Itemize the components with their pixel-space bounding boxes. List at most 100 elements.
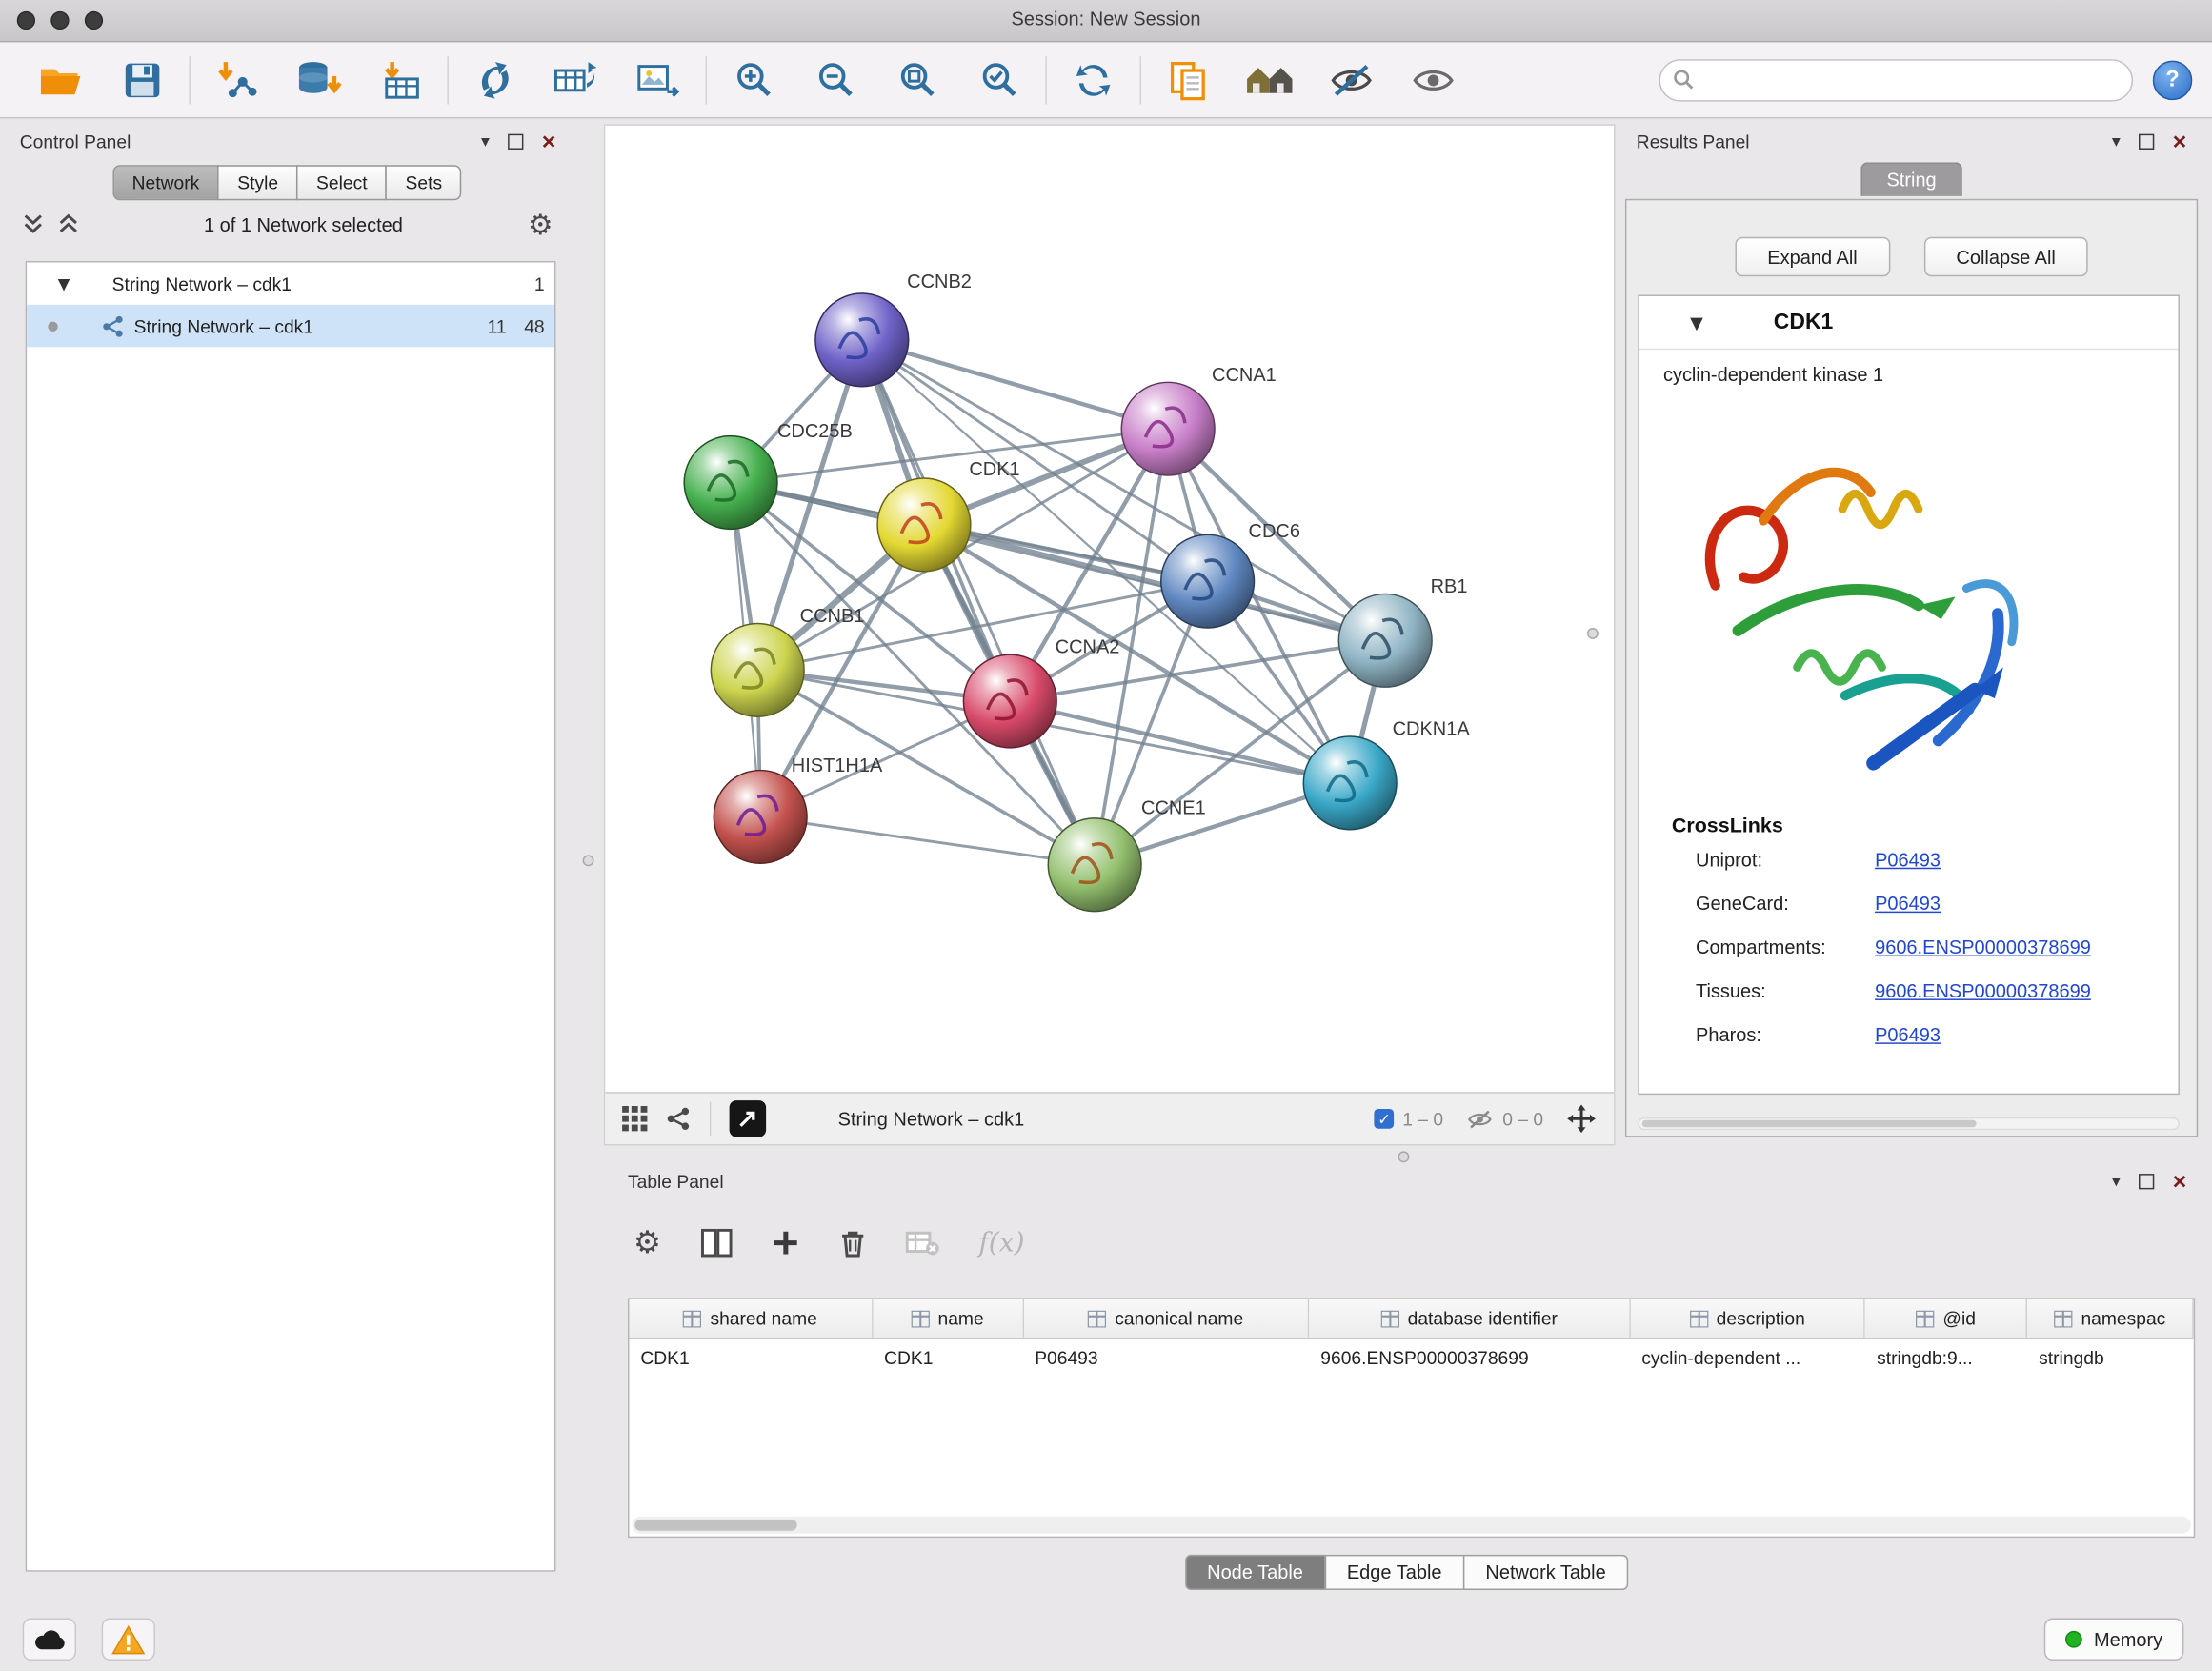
expand-all-button[interactable]: Expand All (1735, 237, 1890, 276)
show-columns-icon[interactable] (701, 1229, 733, 1258)
network-edge-CCNB2-CCNA1[interactable] (862, 340, 1168, 429)
collapse-all-button[interactable]: Collapse All (1923, 237, 2088, 276)
help-button[interactable]: ? (2153, 60, 2192, 99)
horizontal-splitter-handle[interactable] (1398, 1151, 1410, 1162)
expand-all-icon[interactable] (58, 213, 79, 236)
crosslink-tissues-link[interactable]: 9606.ENSP00000378699 (1875, 980, 2091, 1001)
memory-button[interactable]: Memory (2044, 1619, 2183, 1661)
grid-view-icon[interactable] (622, 1106, 648, 1132)
panel-close-icon[interactable]: × (2173, 133, 2187, 149)
zoom-selected-icon (977, 58, 1019, 100)
import-network-from-database-button[interactable] (278, 48, 360, 112)
crosslink-pharos-link[interactable]: P06493 (1875, 1024, 1941, 1045)
home-button[interactable] (1229, 48, 1311, 112)
collapse-all-icon[interactable] (23, 213, 44, 236)
network-node-label-CDC6: CDC6 (1249, 521, 1300, 542)
crosslink-genecard-link[interactable]: P06493 (1875, 893, 1941, 914)
search-input[interactable] (1702, 70, 2119, 91)
results-horizontal-scrollbar[interactable] (1638, 1117, 2180, 1130)
tab-style[interactable]: Style (218, 165, 298, 200)
tab-edge-table[interactable]: Edge Table (1324, 1555, 1464, 1590)
show-all-button[interactable] (1393, 48, 1475, 112)
table-cell[interactable]: cyclin-dependent ... (1630, 1339, 1865, 1376)
table-cell[interactable]: P06493 (1023, 1339, 1309, 1376)
table-cell[interactable]: CDK1 (873, 1339, 1023, 1376)
table-cell[interactable]: CDK1 (629, 1339, 873, 1376)
tab-sets[interactable]: Sets (386, 165, 462, 200)
panel-float-icon[interactable]: ▾ (2112, 1171, 2121, 1191)
network-node-label-RB1: RB1 (1431, 576, 1468, 597)
table-horizontal-scrollbar[interactable] (632, 1517, 2190, 1534)
network-collection-row[interactable]: ▼ String Network – cdk1 1 (27, 262, 554, 304)
import-table-from-file-button[interactable] (360, 48, 442, 112)
table-cell[interactable]: stringdb:9... (1865, 1339, 2027, 1376)
new-network-button[interactable] (454, 48, 536, 112)
network-node-label-CCNA1: CCNA1 (1212, 365, 1277, 386)
tab-network[interactable]: Network (112, 165, 219, 200)
hide-selected-button[interactable] (1311, 48, 1393, 112)
table-cell[interactable]: stringdb (2027, 1339, 2193, 1376)
panel-float-icon[interactable]: ▾ (481, 131, 490, 151)
current-network-dot (48, 321, 57, 331)
column-header-namespac[interactable]: namespac (2027, 1299, 2193, 1338)
table-cell[interactable]: 9606.ENSP00000378699 (1309, 1339, 1630, 1376)
table-settings-gear-icon[interactable]: ⚙ (633, 1225, 661, 1260)
import-database-icon (295, 58, 343, 100)
column-header-description[interactable]: description (1630, 1299, 1865, 1338)
panel-maximize-icon[interactable] (508, 133, 523, 149)
tab-network-table[interactable]: Network Table (1463, 1555, 1629, 1590)
refresh-icon (1072, 58, 1114, 100)
network-edge-HIST1H1A-CCNE1[interactable] (760, 816, 1095, 864)
application-window: Session: New Session (0, 0, 2212, 1671)
vertical-splitter-handle-left[interactable] (583, 855, 594, 866)
zoom-out-button[interactable] (794, 48, 876, 112)
panel-maximize-icon[interactable] (2139, 1173, 2154, 1188)
control-panel: Control Panel ▾ × Network Style Select S… (9, 124, 567, 1580)
tab-select[interactable]: Select (296, 165, 387, 200)
gene-card-header[interactable]: ▼ CDK1 (1639, 296, 2179, 350)
pan-tool-icon[interactable] (1566, 1103, 1598, 1135)
column-header--id[interactable]: @id (1865, 1299, 2027, 1338)
new-network-from-table-button[interactable] (536, 48, 618, 112)
panel-close-icon[interactable]: × (542, 133, 556, 149)
column-header-shared-name[interactable]: shared name (629, 1299, 873, 1338)
warnings-button[interactable] (102, 1619, 155, 1661)
column-header-name[interactable]: name (873, 1299, 1023, 1338)
collection-count: 1 (507, 273, 554, 294)
save-session-button[interactable] (102, 48, 184, 112)
gene-disclosure-icon[interactable]: ▼ (1690, 312, 1703, 332)
column-header-canonical-name[interactable]: canonical name (1023, 1299, 1309, 1338)
network-options-gear-icon[interactable]: ⚙ (528, 208, 553, 242)
scrollbar-thumb[interactable] (634, 1520, 796, 1531)
column-header-icon (1690, 1310, 1708, 1327)
network-canvas[interactable]: CCNB2CCNA1CDC25BCDK1CDC6RB1CCNB1CCNA2CDK… (605, 126, 1617, 1095)
cloud-status-button[interactable] (23, 1619, 76, 1661)
zoom-fit-button[interactable] (876, 48, 958, 112)
panel-close-icon[interactable]: × (2173, 1173, 2187, 1188)
network-node-label-CDC25B: CDC25B (777, 421, 853, 442)
network-row-selected[interactable]: String Network – cdk1 11 48 (27, 305, 554, 347)
delete-column-trash-icon[interactable] (839, 1228, 866, 1258)
zoom-selected-button[interactable] (958, 48, 1040, 112)
collection-disclosure-icon[interactable]: ▼ (58, 274, 70, 292)
add-column-icon[interactable] (772, 1229, 800, 1258)
snapshot-button[interactable] (1147, 48, 1229, 112)
crosslink-compartments-link[interactable]: 9606.ENSP00000378699 (1875, 936, 2091, 957)
network-edge-CCNB2-CCNE1[interactable] (862, 340, 1095, 865)
column-header-database-identifier[interactable]: database identifier (1309, 1299, 1630, 1338)
panel-float-icon[interactable]: ▾ (2112, 131, 2121, 151)
crosslink-row: Tissues: 9606.ENSP00000378699 (1639, 969, 2179, 1013)
tab-string[interactable]: String (1861, 162, 1962, 196)
export-image-button[interactable] (618, 48, 700, 112)
import-network-from-file-button[interactable] (196, 48, 278, 112)
vertical-splitter-handle-right[interactable] (1587, 628, 1599, 639)
panel-maximize-icon[interactable] (2139, 133, 2154, 149)
crosslink-uniprot-link[interactable]: P06493 (1875, 849, 1941, 870)
open-session-button[interactable] (20, 48, 102, 112)
network-overview-icon[interactable] (666, 1106, 692, 1132)
refresh-view-button[interactable] (1053, 48, 1135, 112)
table-row[interactable]: CDK1CDK1P064939606.ENSP00000378699cyclin… (629, 1339, 2193, 1376)
tab-node-table[interactable]: Node Table (1184, 1555, 1325, 1590)
birdseye-toggle-button[interactable] (730, 1100, 767, 1137)
zoom-in-button[interactable] (713, 48, 794, 112)
